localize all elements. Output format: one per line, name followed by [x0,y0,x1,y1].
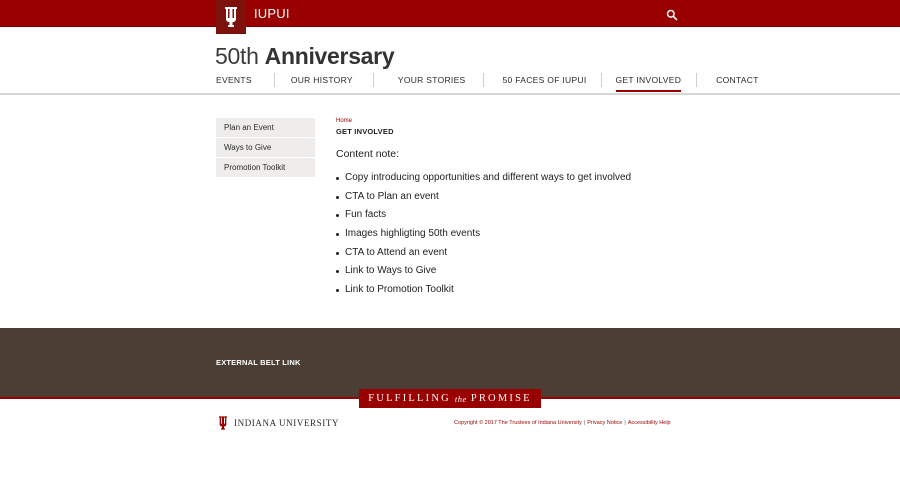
nav-item-our-history[interactable]: OUR HISTORY [291,72,353,88]
sidebar-nav: Plan an Event Ways to Give Promotion Too… [216,118,315,178]
footer-belt [0,328,900,398]
search-button[interactable] [666,8,678,21]
nav-divider [273,73,275,87]
nav-divider [600,73,602,87]
page-title: GET INVOLVED [336,127,394,136]
brand-name[interactable]: IUPUI [254,6,290,21]
promise-text-left: FULFILLING [368,393,451,404]
indiana-university-logo[interactable]: INDIANA UNIVERSITY [217,415,339,431]
accessibility-help-link[interactable]: Accessibility Help [628,420,671,426]
nav-item-your-stories[interactable]: YOUR STORIES [398,72,466,88]
list-item: CTA to Plan an event [336,190,631,209]
indiana-university-wordmark: INDIANA UNIVERSITY [234,418,340,428]
top-bar [0,0,900,27]
footer-separator: | [624,420,626,426]
external-belt-link[interactable]: EXTERNAL BELT LINK [216,358,301,367]
nav-divider [696,73,698,87]
site-title[interactable]: 50th Anniversary [215,43,395,70]
main-nav: EVENTS OUR HISTORY YOUR STORIES 50 FACES… [216,72,759,92]
nav-item-events[interactable]: EVENTS [216,72,252,88]
content-bullet-list: Copy introducing opportunities and diffe… [336,171,631,302]
fulfilling-the-promise-banner[interactable]: FULFILLING the PROMISE [359,389,541,408]
nav-item-50-faces[interactable]: 50 FACES OF IUPUI [503,72,587,88]
list-item: Copy introducing opportunities and diffe… [336,171,631,190]
breadcrumb-home[interactable]: Home [336,118,352,124]
sidebar-item-ways-to-give[interactable]: Ways to Give [216,138,315,157]
indiana-university-link[interactable]: Indiana University [538,420,582,426]
list-item: Link to Promotion Toolkit [336,283,631,302]
site-title-light: 50th [215,43,265,69]
content-note-heading: Content note: [336,148,400,160]
list-item: Fun facts [336,208,631,227]
sidebar-item-promotion-toolkit[interactable]: Promotion Toolkit [216,158,315,177]
list-item: Link to Ways to Give [336,264,631,283]
search-icon [666,9,678,21]
copyright-text: Copyright © 2017 The Trustees of [454,420,539,426]
nav-divider [372,73,374,87]
promise-text-mid: the [454,393,467,404]
site-title-bold: Anniversary [264,43,395,69]
footer-separator: | [583,420,586,426]
nav-divider [482,73,484,87]
nav-item-get-involved[interactable]: GET INVOLVED [615,72,682,92]
list-item: Images highligting 50th events [336,227,631,246]
iu-trident-icon [225,7,237,27]
iu-trident-icon [219,416,227,430]
iu-trident-logo[interactable] [216,0,246,34]
nav-item-contact[interactable]: CONTACT [716,72,759,88]
privacy-notice-link[interactable]: Privacy Notice [587,420,622,426]
sidebar-item-plan-an-event[interactable]: Plan an Event [216,118,315,137]
copyright-line: Copyright © 2017 The Trustees of Indiana… [454,420,671,426]
header-divider [0,93,900,95]
list-item: CTA to Attend an event [336,246,631,265]
promise-text-right: PROMISE [470,393,532,404]
